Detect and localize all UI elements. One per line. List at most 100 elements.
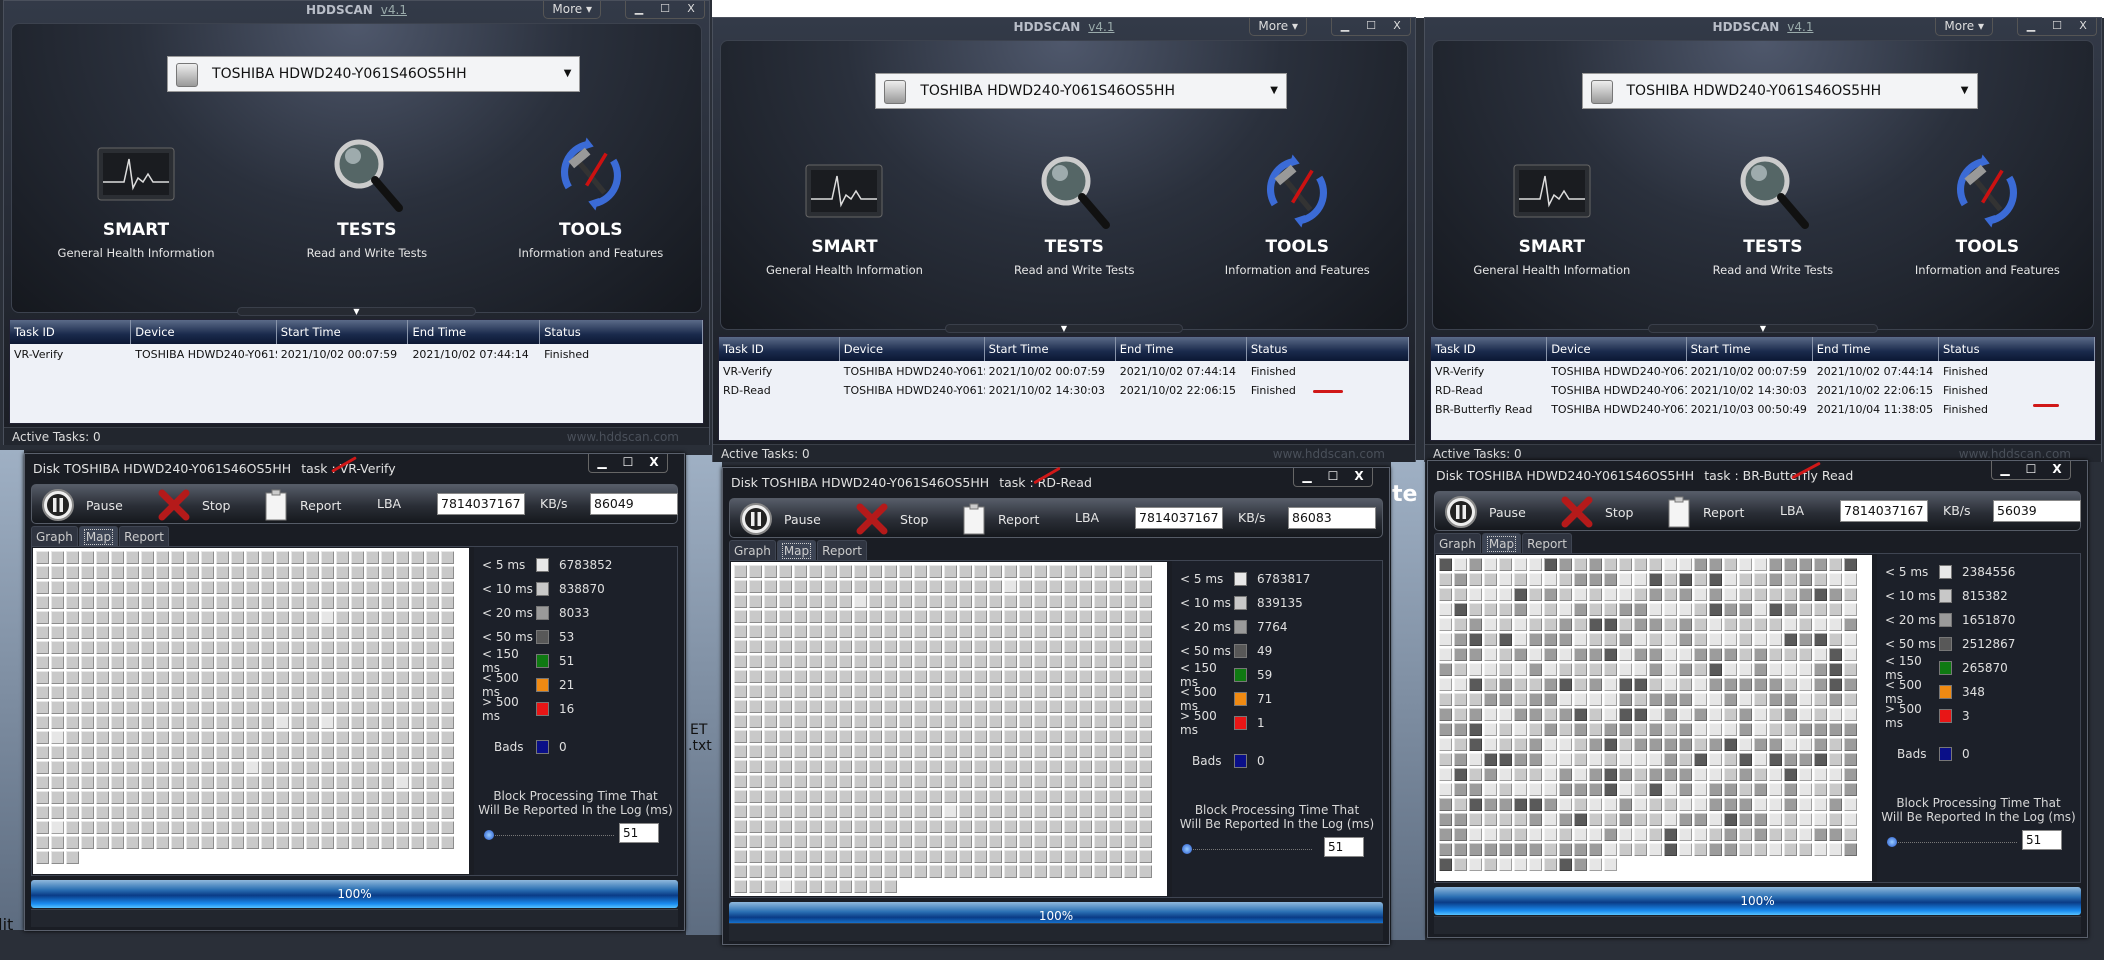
- column-header[interactable]: Start Time: [277, 320, 409, 344]
- minimize-button[interactable]: ▁: [2018, 18, 2044, 35]
- column-header[interactable]: Start Time: [985, 337, 1116, 361]
- report-button[interactable]: Report: [1667, 496, 1744, 528]
- maximize-button[interactable]: ☐: [1320, 468, 1346, 486]
- report-button[interactable]: Report: [962, 503, 1039, 535]
- lba-field[interactable]: 7814037167: [1840, 500, 1928, 522]
- column-header[interactable]: Status: [540, 320, 703, 344]
- website-link[interactable]: www.hddscan.com: [1273, 447, 1385, 461]
- tab-graph[interactable]: Graph: [1434, 533, 1481, 553]
- kbs-field[interactable]: 56039: [1993, 500, 2081, 522]
- maximize-button[interactable]: ☐: [2018, 461, 2044, 479]
- maximize-button[interactable]: ☐: [615, 454, 641, 472]
- app-version-link[interactable]: v4.1: [381, 3, 407, 17]
- pause-button[interactable]: Pause: [42, 489, 123, 521]
- column-header[interactable]: Device: [840, 337, 985, 361]
- module-tests-button[interactable]: TESTS Read and Write Tests: [267, 134, 467, 260]
- minimize-button[interactable]: ▁: [1294, 468, 1320, 486]
- app-version-link[interactable]: v4.1: [1088, 20, 1114, 34]
- column-header[interactable]: Status: [1247, 337, 1409, 361]
- tab-graph[interactable]: Graph: [729, 540, 776, 560]
- column-header[interactable]: Task ID: [1431, 337, 1548, 361]
- close-button[interactable]: X: [678, 1, 704, 18]
- column-header[interactable]: End Time: [1116, 337, 1247, 361]
- module-smart-button[interactable]: SMART General Health Information: [36, 134, 236, 260]
- more-menu-button[interactable]: More ▾: [1935, 18, 1993, 36]
- map-block: [110, 700, 125, 715]
- lba-field[interactable]: 7814037167: [437, 493, 525, 515]
- report-button[interactable]: Report: [264, 489, 341, 521]
- close-button[interactable]: X: [1346, 468, 1372, 486]
- module-smart-button[interactable]: SMART General Health Information: [744, 151, 944, 277]
- slider-knob[interactable]: [1887, 837, 1897, 847]
- more-menu-button[interactable]: More ▾: [543, 1, 601, 19]
- collapse-handle[interactable]: ▼: [1648, 324, 1878, 333]
- column-header[interactable]: End Time: [408, 320, 541, 344]
- module-tests-button[interactable]: TESTS Read and Write Tests: [974, 151, 1174, 277]
- tab-graph[interactable]: Graph: [31, 526, 78, 546]
- close-button[interactable]: X: [2070, 18, 2096, 35]
- table-row[interactable]: VR-VerifyTOSHIBA HDWD240-Y061S...2021/10…: [1431, 363, 2095, 380]
- threshold-slider[interactable]: [484, 830, 614, 840]
- kbs-field[interactable]: 86083: [1288, 507, 1376, 529]
- tab-report[interactable]: Report: [1522, 533, 1572, 553]
- close-button[interactable]: X: [1384, 18, 1410, 35]
- maximize-button[interactable]: ☐: [652, 1, 678, 18]
- table-row[interactable]: VR-VerifyTOSHIBA HDWD240-Y061S...2021/10…: [719, 363, 1409, 380]
- map-block: [853, 714, 868, 729]
- threshold-slider[interactable]: [1887, 837, 2017, 847]
- pause-button[interactable]: Pause: [740, 503, 821, 535]
- tab-map[interactable]: Map: [776, 540, 817, 560]
- stop-button[interactable]: Stop: [158, 489, 230, 521]
- minimize-button[interactable]: ▁: [626, 1, 652, 18]
- table-row[interactable]: RD-ReadTOSHIBA HDWD240-Y061S...2021/10/0…: [1431, 382, 2095, 399]
- tab-report[interactable]: Report: [119, 526, 169, 546]
- threshold-field[interactable]: 51: [619, 823, 659, 843]
- threshold-field[interactable]: 51: [1324, 837, 1364, 857]
- slider-knob[interactable]: [484, 830, 494, 840]
- column-header[interactable]: Status: [1939, 337, 2095, 361]
- stop-button[interactable]: Stop: [1561, 496, 1633, 528]
- column-header[interactable]: End Time: [1813, 337, 1939, 361]
- column-header[interactable]: Task ID: [719, 337, 840, 361]
- drive-select[interactable]: TOSHIBA HDWD240-Y061S46OS5HH ▼: [167, 56, 581, 92]
- close-button[interactable]: X: [2044, 461, 2070, 479]
- maximize-button[interactable]: ☐: [2044, 18, 2070, 35]
- module-smart-button[interactable]: SMART General Health Information: [1452, 151, 1652, 277]
- column-header[interactable]: Device: [131, 320, 277, 344]
- pause-button[interactable]: Pause: [1445, 496, 1526, 528]
- table-row[interactable]: RD-ReadTOSHIBA HDWD240-Y061S...2021/10/0…: [719, 382, 1409, 399]
- close-button[interactable]: X: [641, 454, 667, 472]
- map-block: [320, 775, 335, 790]
- more-menu-button[interactable]: More ▾: [1249, 18, 1307, 36]
- minimize-button[interactable]: ▁: [589, 454, 615, 472]
- drive-select[interactable]: TOSHIBA HDWD240-Y061S46OS5HH ▼: [1581, 73, 1978, 109]
- tab-map[interactable]: Map: [78, 526, 119, 546]
- minimize-button[interactable]: ▁: [1992, 461, 2018, 479]
- table-row[interactable]: VR-VerifyTOSHIBA HDWD240-Y061S...2021/10…: [10, 346, 703, 363]
- module-tools-button[interactable]: TOOLS Information and Features: [1887, 151, 2087, 277]
- stop-button[interactable]: Stop: [856, 503, 928, 535]
- lba-field[interactable]: 7814037167: [1135, 507, 1223, 529]
- drive-select[interactable]: TOSHIBA HDWD240-Y061S46OS5HH ▼: [875, 73, 1287, 109]
- website-link[interactable]: www.hddscan.com: [567, 430, 679, 444]
- column-header[interactable]: Device: [1547, 337, 1687, 361]
- collapse-handle[interactable]: ▼: [236, 307, 477, 316]
- slider-knob[interactable]: [1182, 844, 1192, 854]
- column-header[interactable]: Start Time: [1687, 337, 1813, 361]
- kbs-field[interactable]: 86049: [590, 493, 678, 515]
- minimize-button[interactable]: ▁: [1332, 18, 1358, 35]
- table-row[interactable]: BR-Butterfly ReadTOSHIBA HDWD240-Y061S..…: [1431, 401, 2095, 418]
- module-tools-button[interactable]: TOOLS Information and Features: [1197, 151, 1397, 277]
- map-block: [838, 579, 853, 594]
- maximize-button[interactable]: ☐: [1358, 18, 1384, 35]
- module-tests-button[interactable]: TESTS Read and Write Tests: [1673, 151, 1873, 277]
- tab-report[interactable]: Report: [817, 540, 867, 560]
- tab-map[interactable]: Map: [1481, 533, 1522, 553]
- collapse-handle[interactable]: ▼: [944, 324, 1184, 333]
- threshold-field[interactable]: 51: [2022, 830, 2062, 850]
- module-tools-button[interactable]: TOOLS Information and Features: [491, 134, 691, 260]
- website-link[interactable]: www.hddscan.com: [1959, 447, 2071, 461]
- threshold-slider[interactable]: [1182, 844, 1312, 854]
- column-header[interactable]: Task ID: [10, 320, 132, 344]
- app-version-link[interactable]: v4.1: [1787, 20, 1813, 34]
